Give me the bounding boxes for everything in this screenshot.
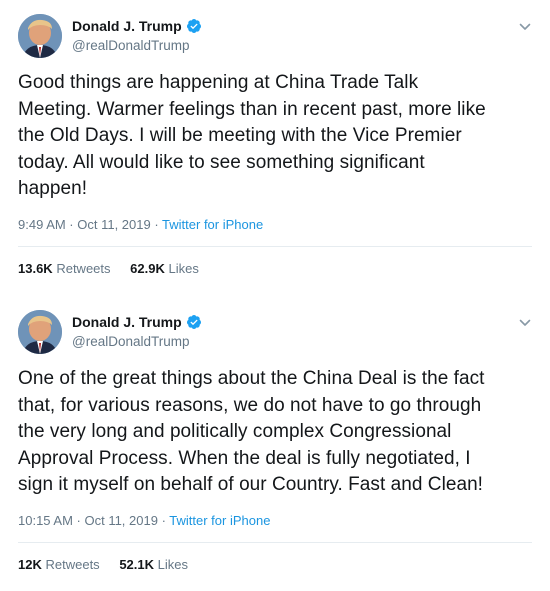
retweets-label: Retweets	[56, 261, 111, 276]
retweets-label: Retweets	[45, 557, 100, 572]
likes-count: 62.9K	[130, 261, 165, 276]
author-display-name[interactable]: Donald J. Trump	[72, 16, 182, 36]
retweets-stat[interactable]: 13.6K Retweets	[18, 260, 111, 278]
chevron-down-icon[interactable]	[518, 316, 532, 330]
likes-count: 52.1K	[119, 557, 155, 572]
verified-badge-icon	[186, 315, 201, 329]
tweet-stats: 13.6K Retweets 62.9K Likes	[18, 260, 215, 278]
author-display-name[interactable]: Donald J. Trump	[72, 312, 182, 332]
author-handle[interactable]: @realDonaldTrump	[72, 37, 190, 55]
tweet-text: Good things are happening at China Trade…	[18, 72, 486, 199]
tweet-timestamp[interactable]: 10:15 AM · Oct 11, 2019 ·	[18, 513, 169, 528]
likes-stat[interactable]: 52.1K Likes	[119, 556, 188, 574]
author-handle[interactable]: @realDonaldTrump	[72, 333, 190, 351]
avatar-image	[18, 14, 62, 58]
avatar-image	[18, 310, 62, 354]
retweets-count: 13.6K	[18, 261, 53, 276]
likes-label: Likes	[168, 261, 199, 276]
avatar[interactable]	[18, 14, 62, 58]
avatar[interactable]	[18, 310, 62, 354]
divider	[18, 542, 532, 543]
author-name-row: Donald J. Trump	[72, 312, 202, 332]
retweets-stat[interactable]: 12K Retweets	[18, 556, 100, 574]
tweet-card: Donald J. Trump @realDonaldTrump Good th…	[0, 0, 550, 296]
verified-badge-icon	[186, 19, 201, 33]
likes-label: Likes	[157, 557, 188, 572]
tweet-source-link[interactable]: Twitter for iPhone	[169, 513, 270, 528]
chevron-down-icon[interactable]	[518, 20, 532, 34]
tweet-card: Donald J. Trump @realDonaldTrump One of …	[0, 296, 550, 591]
tweet-meta: 9:49 AM · Oct 11, 2019 · Twitter for iPh…	[18, 216, 263, 234]
retweets-count: 12K	[18, 557, 42, 572]
tweet-timestamp[interactable]: 9:49 AM · Oct 11, 2019 ·	[18, 217, 162, 232]
divider	[18, 246, 532, 247]
tweet-stats: 12K Retweets 52.1K Likes	[18, 556, 204, 574]
tweet-meta: 10:15 AM · Oct 11, 2019 · Twitter for iP…	[18, 512, 270, 530]
tweet-text: One of the great things about the China …	[18, 368, 485, 495]
author-name-row: Donald J. Trump	[72, 16, 202, 36]
tweet-source-link[interactable]: Twitter for iPhone	[162, 217, 263, 232]
likes-stat[interactable]: 62.9K Likes	[130, 260, 199, 278]
